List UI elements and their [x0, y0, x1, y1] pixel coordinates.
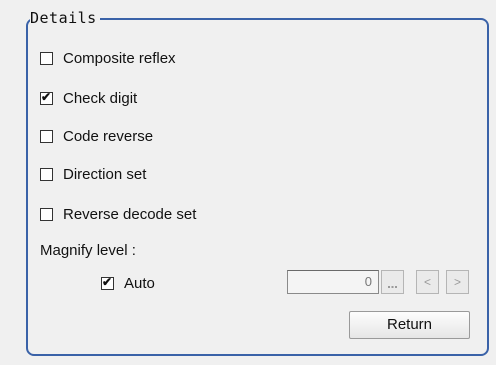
code-reverse-label: Code reverse — [63, 127, 154, 145]
reverse-decode-set-checkbox[interactable] — [40, 207, 53, 221]
direction-set-checkbox[interactable] — [40, 167, 53, 181]
auto-checkbox[interactable]: ✔ — [101, 274, 114, 290]
ellipsis-icon — [388, 286, 397, 288]
previous-button[interactable]: < — [416, 270, 439, 294]
code-reverse-checkbox[interactable] — [40, 129, 53, 143]
check-digit-option[interactable]: ✔ Check digit — [40, 88, 137, 108]
check-digit-label: Check digit — [63, 89, 138, 107]
direction-set-option[interactable]: Direction set — [40, 164, 146, 184]
details-group-title: Details — [30, 8, 100, 28]
direction-set-label: Direction set — [63, 165, 147, 183]
reverse-decode-set-option[interactable]: Reverse decode set — [40, 204, 196, 224]
check-mark-icon: ✔ — [102, 274, 113, 289]
code-reverse-option[interactable]: Code reverse — [40, 126, 153, 146]
check-mark-icon: ✔ — [41, 89, 52, 104]
magnify-level-input[interactable]: 0 — [287, 270, 379, 294]
composite-reflex-option[interactable]: Composite reflex — [40, 48, 176, 68]
composite-reflex-checkbox[interactable] — [40, 51, 53, 65]
magnify-level-label: Magnify level : — [40, 242, 136, 259]
check-digit-checkbox[interactable]: ✔ — [40, 89, 53, 105]
reverse-decode-set-label: Reverse decode set — [63, 205, 197, 223]
next-button[interactable]: > — [446, 270, 469, 294]
auto-label: Auto — [124, 274, 155, 292]
details-panel: Details Composite reflex ✔ Check digit C… — [0, 0, 496, 365]
auto-option[interactable]: ✔ Auto — [101, 273, 155, 293]
magnify-level-dropdown-button[interactable] — [381, 270, 404, 294]
composite-reflex-label: Composite reflex — [63, 49, 176, 67]
details-group-box — [26, 18, 489, 356]
return-button[interactable]: Return — [349, 311, 470, 339]
